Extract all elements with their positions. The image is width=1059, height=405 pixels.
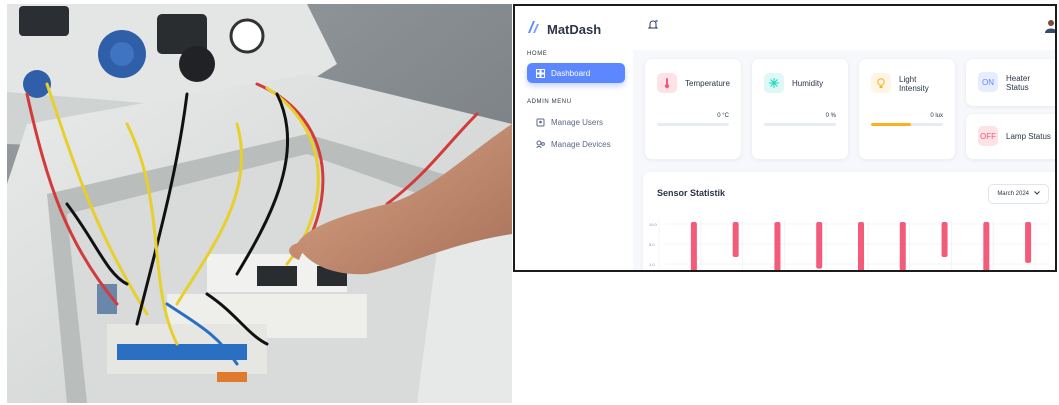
chart-bar [1025, 222, 1032, 263]
heater-status-card: ON Heater Status [966, 59, 1055, 106]
sidebar-item-manage-devices[interactable]: Manage Devices [527, 134, 625, 154]
section-admin-label: ADMIN MENU [527, 99, 572, 105]
devices-icon [535, 139, 545, 149]
month-select[interactable]: March 2024 [988, 184, 1049, 204]
lamp-badge: OFF [978, 126, 998, 146]
snowflake-icon [764, 73, 784, 93]
chart-bar [858, 222, 864, 270]
section-home-label: HOME [527, 51, 548, 57]
light-title-line1: Light [899, 75, 917, 84]
humidity-card: Humidity 0 % [752, 59, 848, 159]
control-panel-photo [7, 4, 512, 403]
heater-title-line1: Heater [1006, 74, 1031, 83]
bell-icon[interactable] [647, 18, 659, 36]
y-tick-label: 10.0 [649, 222, 658, 227]
humidity-progress [764, 123, 836, 126]
temperature-progress [657, 123, 729, 126]
light-value: 0 lux [930, 113, 943, 119]
sidebar-item-label: Manage Users [551, 117, 604, 127]
temperature-card: Temperature 0 °C [645, 59, 741, 159]
humidity-title: Humidity [792, 79, 824, 88]
month-select-value: March 2024 [997, 191, 1029, 197]
brand-name: MatDash [547, 22, 602, 37]
chart-bar [690, 222, 697, 270]
light-title-line2: Intensity [899, 84, 929, 93]
sidebar-item-label: Dashboard [551, 68, 591, 78]
main-content: Temperature 0 °C Humidity 0 % Light Inte… [633, 6, 1055, 270]
dashboard-icon [535, 68, 545, 78]
lamp-status-card: OFF Lamp Status [966, 114, 1055, 159]
users-icon [535, 117, 545, 127]
chart-bar [732, 222, 739, 257]
lamp-title: Lamp Status [1006, 132, 1051, 141]
heater-badge: ON [978, 72, 998, 92]
temperature-value: 0 °C [717, 113, 729, 119]
dashboard-screenshot: MatDash HOME Dashboard ADMIN MENU Manage… [513, 4, 1057, 272]
wiring-photo-illustration [7, 4, 512, 403]
light-intensity-card: Light Intensity 0 lux [859, 59, 955, 159]
sidebar-item-dashboard[interactable]: Dashboard [527, 63, 625, 83]
sidebar-item-manage-users[interactable]: Manage Users [527, 112, 625, 132]
heater-title-line2: Status [1006, 83, 1029, 92]
thermometer-icon [657, 73, 677, 93]
humidity-value: 0 % [825, 113, 836, 119]
chart-bar [774, 222, 781, 270]
sensor-chart-card: Sensor Statistik March 2024 10.0 5.0 1.0 [643, 172, 1055, 270]
chart-bar [941, 222, 948, 257]
sensor-chart: 10.0 5.0 1.0 [649, 220, 1049, 270]
topbar [633, 6, 1055, 50]
light-progress [871, 123, 943, 126]
sidebar: MatDash HOME Dashboard ADMIN MENU Manage… [515, 6, 633, 270]
chart-bar [816, 222, 823, 269]
y-tick-label: 1.0 [649, 262, 655, 267]
temperature-title: Temperature [685, 79, 730, 88]
chart-bar [983, 222, 990, 270]
avatar[interactable] [1045, 19, 1055, 38]
chart-title: Sensor Statistik [657, 188, 726, 198]
light-progress-fill [871, 123, 911, 126]
sidebar-item-label: Manage Devices [551, 139, 611, 149]
y-tick-label: 5.0 [649, 242, 655, 247]
chart-bar [899, 222, 906, 270]
brand-logo-icon [527, 20, 541, 39]
brand[interactable]: MatDash [527, 20, 601, 39]
bulb-icon [871, 73, 891, 93]
chevron-down-icon [1034, 191, 1040, 197]
